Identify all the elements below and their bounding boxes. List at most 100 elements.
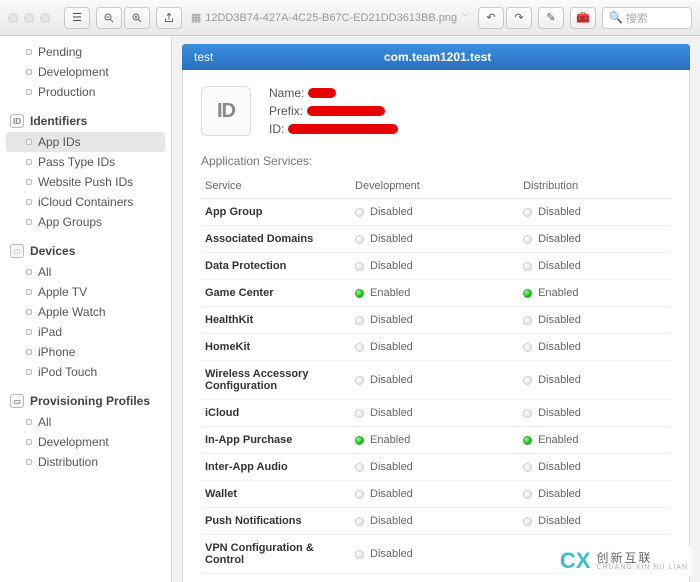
status-text: Enabled (370, 434, 410, 446)
col-development: Development (351, 174, 519, 199)
sidebar: Pending Development Production ID Identifier… (0, 36, 172, 582)
sidebar-item[interactable]: Distribution (0, 452, 171, 472)
zoom-in-button[interactable] (124, 7, 150, 29)
redacted-value (288, 124, 398, 134)
sidebar-item[interactable]: Pass Type IDs (0, 152, 171, 172)
dist-status: Disabled (523, 314, 667, 326)
sidebar-item-label: Apple Watch (38, 305, 106, 319)
service-row: Associated DomainsDisabledDisabled (201, 226, 671, 253)
dev-status: Disabled (355, 206, 515, 218)
status-dot-icon (523, 517, 532, 526)
status-dot-icon (355, 289, 364, 298)
sidebar-item-label: Apple TV (38, 285, 87, 299)
section-title: Devices (30, 244, 75, 258)
status-dot-icon (355, 316, 364, 325)
status-text: Disabled (370, 314, 413, 326)
dist-status: Disabled (523, 461, 667, 473)
sidebar-item[interactable]: iPod Touch (0, 362, 171, 382)
status-text: Disabled (538, 206, 581, 218)
sidebar-item-label: App Groups (38, 215, 102, 229)
sidebar-item-label: Pass Type IDs (38, 155, 115, 169)
status-dot-icon (355, 517, 364, 526)
service-row: Wireless Accessory ConfigurationDisabled… (201, 361, 671, 400)
search-input[interactable]: 🔍 搜索 (602, 7, 692, 29)
sidebar-item-label: All (38, 415, 51, 429)
service-row: Game CenterEnabledEnabled (201, 280, 671, 307)
window-title: ▦ 12DD3B74-427A-4C25-B67C-ED21DD3613BB.p… (188, 11, 472, 24)
watermark-en: CHUANG XIN HU LIAN (596, 564, 688, 571)
service-name: Push Notifications (201, 508, 351, 535)
close-light[interactable] (8, 13, 18, 23)
sidebar-section-header[interactable]: □Devices (0, 240, 171, 262)
section-title: Identifiers (30, 114, 87, 128)
service-name: HealthKit (201, 307, 351, 334)
bullet-icon (26, 439, 32, 445)
bullet-icon (26, 289, 32, 295)
service-name: In-App Purchase (201, 427, 351, 454)
sidebar-item[interactable]: Development (0, 62, 171, 82)
status-dot-icon (523, 316, 532, 325)
sidebar-item[interactable]: All (0, 412, 171, 432)
service-name: App Group (201, 199, 351, 226)
sidebar-section-header[interactable]: ID Identifiers (0, 110, 171, 132)
share-button[interactable] (156, 7, 182, 29)
service-name: VPN Configuration & Control (201, 535, 351, 574)
id-badge-icon: ID (201, 86, 251, 136)
service-name: Game Center (201, 280, 351, 307)
bullet-icon (26, 369, 32, 375)
sidebar-item-label: Development (38, 65, 109, 79)
status-dot-icon (355, 376, 364, 385)
sidebar-item[interactable]: All (0, 262, 171, 282)
appid-name: test (182, 50, 225, 64)
markup-button[interactable]: ✎ (538, 7, 564, 29)
file-icon: ▦ (191, 11, 201, 24)
zoom-out-button[interactable] (96, 7, 122, 29)
status-text: Disabled (370, 374, 413, 386)
rotate-right-button[interactable]: ↷ (506, 7, 532, 29)
section-icon: ▭ (10, 394, 24, 408)
title-dropdown-icon[interactable]: ﹀ (461, 12, 469, 23)
dev-status: Disabled (355, 233, 515, 245)
toolbox-button[interactable]: 🧰 (570, 7, 596, 29)
status-text: Disabled (538, 314, 581, 326)
bullet-icon (26, 419, 32, 425)
sidebar-item[interactable]: Pending (0, 42, 171, 62)
sidebar-item[interactable]: Apple Watch (0, 302, 171, 322)
sidebar-item[interactable]: iPad (0, 322, 171, 342)
status-dot-icon (523, 409, 532, 418)
sidebar-item[interactable]: iCloud Containers (0, 192, 171, 212)
status-text: Disabled (538, 407, 581, 419)
window-filename: 12DD3B74-427A-4C25-B67C-ED21DD3613BB.png (205, 12, 457, 24)
dist-status: Enabled (523, 434, 667, 446)
status-dot-icon (355, 436, 364, 445)
service-row: In-App Purchase Enabled Enabled (201, 427, 671, 454)
service-name: Data Protection (201, 253, 351, 280)
sidebar-item[interactable]: App IDs (6, 132, 165, 152)
status-dot-icon (523, 208, 532, 217)
service-name: Wallet (201, 481, 351, 508)
traffic-lights (8, 13, 50, 23)
sidebar-item[interactable]: Development (0, 432, 171, 452)
status-dot-icon (523, 490, 532, 499)
toolbar-list-button[interactable]: ☰ (64, 7, 90, 29)
sidebar-item[interactable]: Website Push IDs (0, 172, 171, 192)
sidebar-item[interactable]: Apple TV (0, 282, 171, 302)
sidebar-item[interactable]: iPhone (0, 342, 171, 362)
service-name: Inter-App Audio (201, 454, 351, 481)
watermark-logo: CX (560, 548, 591, 574)
status-dot-icon (523, 376, 532, 385)
rotate-left-button[interactable]: ↶ (478, 7, 504, 29)
status-dot-icon (355, 409, 364, 418)
dev-status: Disabled (355, 548, 515, 560)
service-row: iCloudDisabledDisabled (201, 400, 671, 427)
sidebar-section-header[interactable]: ▭Provisioning Profiles (0, 390, 171, 412)
section-icon: ID (10, 114, 24, 128)
zoom-light[interactable] (40, 13, 50, 23)
service-row: Push NotificationsDisabledDisabled (201, 508, 671, 535)
status-text: Enabled (538, 434, 578, 446)
minimize-light[interactable] (24, 13, 34, 23)
dist-status: Disabled (523, 341, 667, 353)
status-text: Disabled (370, 206, 413, 218)
sidebar-item[interactable]: Production (0, 82, 171, 102)
sidebar-item[interactable]: App Groups (0, 212, 171, 232)
